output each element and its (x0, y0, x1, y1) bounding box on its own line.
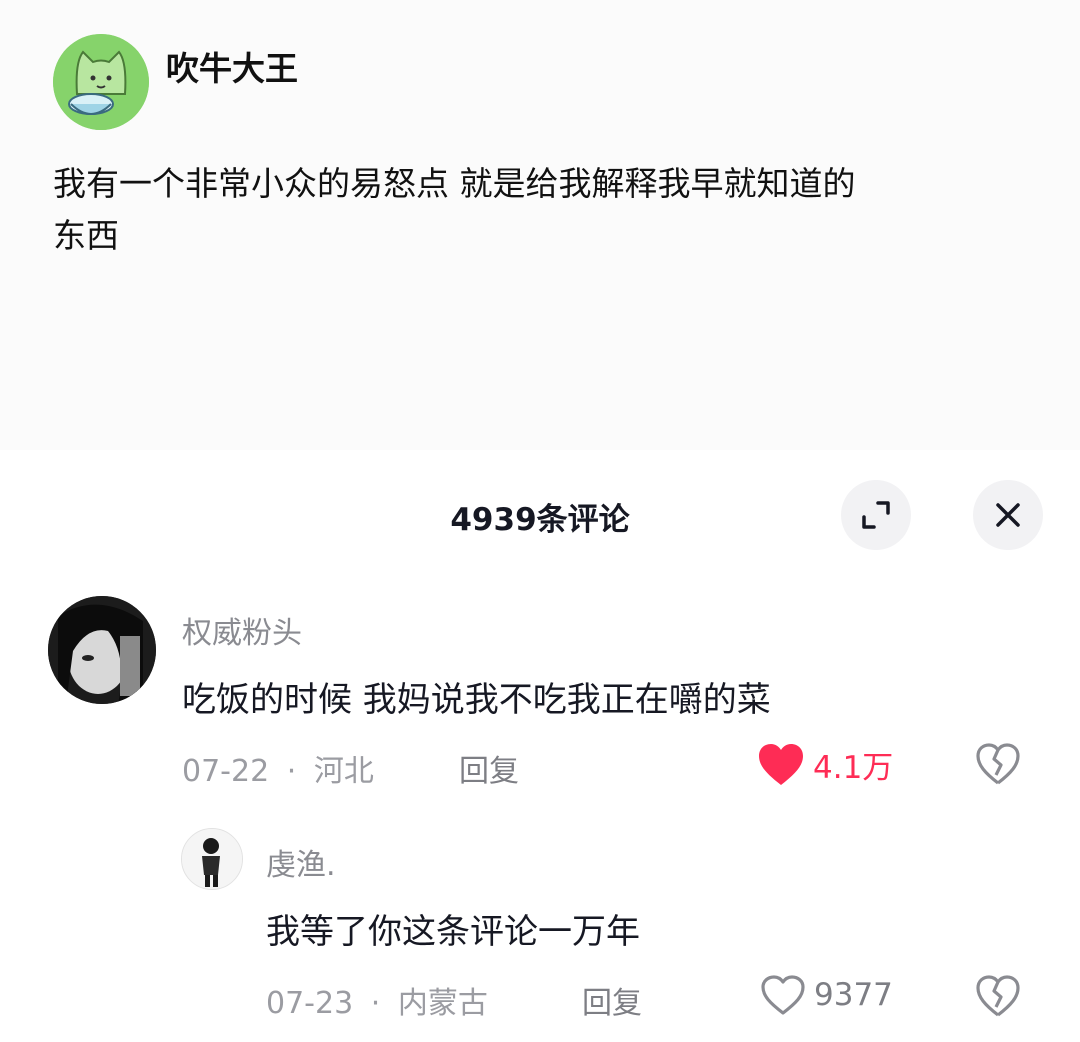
like-button[interactable]: 4.1万 (757, 742, 893, 787)
comment-location: 内蒙古 (397, 986, 488, 1021)
expand-button[interactable] (841, 480, 911, 550)
comment-location: 河北 (313, 754, 374, 789)
meta-separator: · (370, 986, 381, 1021)
comment-meta: 07-23 · 内蒙古 (266, 978, 488, 1022)
comment-date: 07-23 (266, 986, 354, 1021)
dislike-button[interactable] (975, 974, 1021, 1022)
reply-button[interactable]: 回复 (582, 978, 642, 1022)
heart-icon (761, 975, 805, 1015)
like-count: 4.1万 (813, 750, 894, 786)
heart-icon (759, 743, 803, 785)
post-card: 吹牛大王 我有一个非常小众的易怒点 就是给我解释我早就知道的 东西 (0, 0, 1080, 450)
post-text: 我有一个非常小众的易怒点 就是给我解释我早就知道的 东西 (53, 158, 993, 262)
dislike-button[interactable] (975, 742, 1021, 790)
expand-icon (862, 501, 890, 529)
broken-heart-icon (976, 975, 1020, 1017)
comment-meta: 07-22 · 河北 (182, 746, 374, 790)
portrait-avatar-icon (48, 596, 156, 704)
comment-text[interactable]: 我等了你这条评论一万年 (266, 904, 640, 953)
commenter-name[interactable]: 虔渔. (266, 840, 336, 884)
reply-button[interactable]: 回复 (459, 746, 519, 790)
comments-sheet: 4939条评论 权威粉头 吃饭的时候 我妈说我不吃我正在嚼的菜 07-22 · (0, 450, 1080, 1042)
like-count: 9377 (814, 977, 893, 1013)
close-icon (996, 503, 1020, 527)
commenter-avatar[interactable] (48, 596, 156, 704)
comment-text[interactable]: 吃饭的时候 我妈说我不吃我正在嚼的菜 (182, 672, 771, 721)
close-button[interactable] (973, 480, 1043, 550)
cat-avatar-icon (53, 34, 149, 130)
comment-date: 07-22 (182, 754, 270, 789)
meta-separator: · (286, 754, 297, 789)
post-text-line: 东西 (53, 216, 119, 255)
commenter-avatar[interactable] (181, 828, 243, 890)
post-text-line: 我有一个非常小众的易怒点 就是给我解释我早就知道的 (53, 164, 856, 203)
commenter-name[interactable]: 权威粉头 (182, 608, 302, 652)
broken-heart-icon (976, 743, 1020, 785)
post-author-name[interactable]: 吹牛大王 (166, 42, 298, 90)
figure-avatar-icon (182, 829, 242, 889)
like-button[interactable]: 9377 (760, 974, 893, 1016)
comments-count-title: 4939条评论 (450, 502, 630, 538)
post-author-avatar[interactable] (53, 34, 149, 130)
